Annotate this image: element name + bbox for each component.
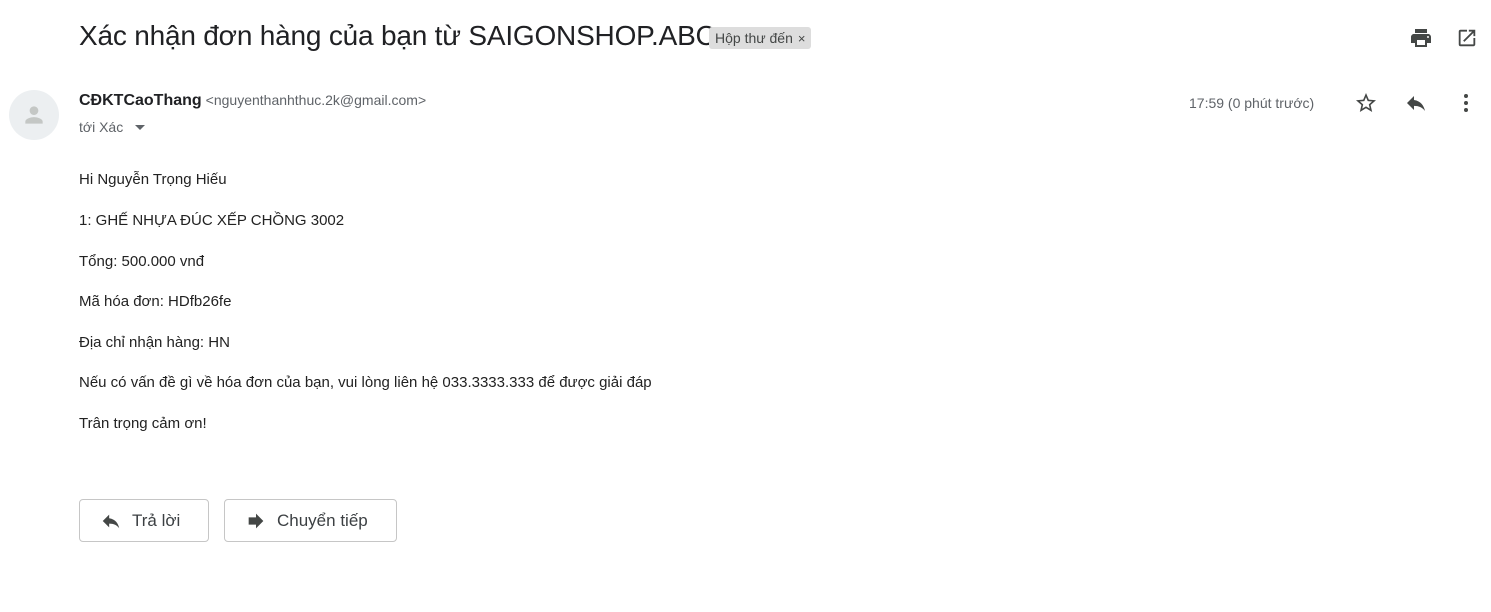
body-line: Địa chỉ nhận hàng: HN bbox=[79, 334, 230, 351]
body-line: Mã hóa đơn: HDfb26fe bbox=[79, 293, 232, 310]
forward-button[interactable]: Chuyển tiếp bbox=[224, 499, 397, 542]
reply-button-label: Trả lời bbox=[132, 510, 181, 530]
more-vert-icon[interactable] bbox=[1451, 88, 1481, 118]
recipient-line: tới Xác bbox=[79, 119, 146, 135]
sender-avatar bbox=[9, 90, 59, 140]
person-icon bbox=[25, 106, 43, 124]
body-line: Tổng: 500.000 vnđ bbox=[79, 253, 205, 270]
reply-icon[interactable] bbox=[1401, 88, 1431, 118]
reply-button[interactable]: Trả lời bbox=[79, 499, 209, 542]
email-subject: Xác nhận đơn hàng của bạn từ SAIGONSHOP.… bbox=[79, 20, 716, 51]
open-in-new-window-icon[interactable] bbox=[1453, 24, 1481, 52]
forward-icon bbox=[248, 513, 264, 528]
sender-name[interactable]: CĐKTCaoThang bbox=[79, 92, 202, 109]
sender-line: CĐKTCaoThang <nguyenthanhthuc.2k@gmail.co… bbox=[79, 92, 426, 110]
body-line: Trân trọng cảm ơn! bbox=[79, 415, 207, 432]
body-line: Hi Nguyễn Trọng Hiếu bbox=[79, 171, 227, 188]
recipient-details-caret-icon[interactable] bbox=[135, 124, 146, 130]
body-line: Nếu có vấn đề gì về hóa đơn của bạn, vui… bbox=[79, 374, 652, 391]
recipient-text: tới Xác bbox=[79, 119, 124, 135]
email-timestamp: 17:59 (0 phút trước) bbox=[1189, 95, 1315, 111]
star-icon[interactable] bbox=[1351, 88, 1381, 118]
forward-button-label: Chuyển tiếp bbox=[277, 510, 368, 530]
body-line: 1: GHẾ NHỰA ĐÚC XẾP CHỒNG 3002 bbox=[79, 212, 345, 229]
remove-label-icon[interactable]: × bbox=[798, 31, 806, 46]
label-text: Hộp thư đến bbox=[715, 30, 793, 46]
inbox-label-chip[interactable]: Hộp thư đến × bbox=[709, 27, 812, 49]
print-icon[interactable] bbox=[1407, 24, 1435, 52]
reply-icon bbox=[102, 514, 120, 528]
sender-email: <nguyenthanhthuc.2k@gmail.com> bbox=[205, 92, 427, 108]
